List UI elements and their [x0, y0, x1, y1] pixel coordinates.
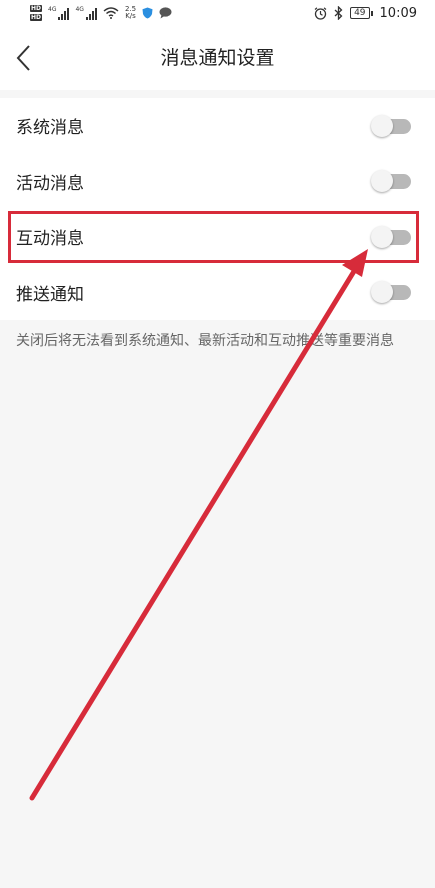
- setting-label: 推送通知: [16, 284, 84, 305]
- bluetooth-icon: [334, 6, 343, 20]
- signal-bar: [64, 11, 67, 20]
- setting-label: 活动消息: [16, 173, 84, 194]
- signal-bar: [58, 17, 61, 20]
- hd-badge-1: HD: [30, 5, 43, 12]
- nav-bar: 消息通知设置: [0, 26, 435, 90]
- status-bar-right: 49 10:09: [314, 0, 417, 26]
- signal-bar: [85, 17, 88, 20]
- system-messages-toggle[interactable]: [371, 114, 413, 137]
- sim1-generation: 4G: [48, 6, 57, 13]
- signal-sim1: 4G: [48, 6, 70, 20]
- hd-indicators: HD HD: [30, 5, 43, 21]
- setting-row-system-messages: 系统消息: [0, 98, 435, 154]
- signal-bar: [67, 8, 70, 20]
- setting-row-push-notifications: 推送通知: [0, 265, 435, 321]
- network-speed-unit: K/s: [125, 12, 136, 20]
- signal-bar: [88, 14, 91, 20]
- signal-bar: [91, 11, 94, 20]
- toggle-knob: [371, 225, 393, 248]
- activity-messages-toggle[interactable]: [371, 170, 413, 193]
- shield-icon: [142, 7, 153, 19]
- setting-label: 互动消息: [16, 229, 84, 250]
- status-bar-left: HD HD 4G 4G 2.5 K/s: [30, 0, 172, 26]
- battery-level: 49: [350, 7, 370, 19]
- signal-bar: [94, 8, 97, 20]
- settings-list: 系统消息 活动消息 互动消息 推送通知: [0, 98, 435, 320]
- signal-sim2: 4G: [75, 6, 97, 20]
- signal-bar: [61, 14, 64, 20]
- battery-tip: [370, 10, 373, 16]
- interaction-messages-toggle[interactable]: [371, 225, 413, 248]
- alarm-icon: [314, 6, 327, 20]
- setting-row-activity-messages: 活动消息: [0, 154, 435, 210]
- sim2-generation: 4G: [75, 6, 84, 13]
- battery-indicator: 49: [350, 7, 373, 19]
- setting-label: 系统消息: [16, 118, 84, 139]
- wifi-icon: [103, 7, 119, 19]
- push-notifications-toggle[interactable]: [371, 281, 413, 304]
- status-bar: HD HD 4G 4G 2.5 K/s 49 10:09: [0, 0, 435, 26]
- setting-row-interaction-messages: 互动消息: [0, 209, 435, 265]
- toggle-knob: [371, 114, 393, 137]
- status-time: 10:09: [379, 5, 417, 21]
- chat-bubble-icon: [159, 7, 172, 19]
- network-speed: 2.5 K/s: [125, 6, 136, 20]
- hd-badge-2: HD: [30, 14, 43, 21]
- page-title: 消息通知设置: [160, 47, 275, 69]
- settings-note: 关闭后将无法看到系统通知、最新活动和互动推送等重要消息: [16, 333, 394, 349]
